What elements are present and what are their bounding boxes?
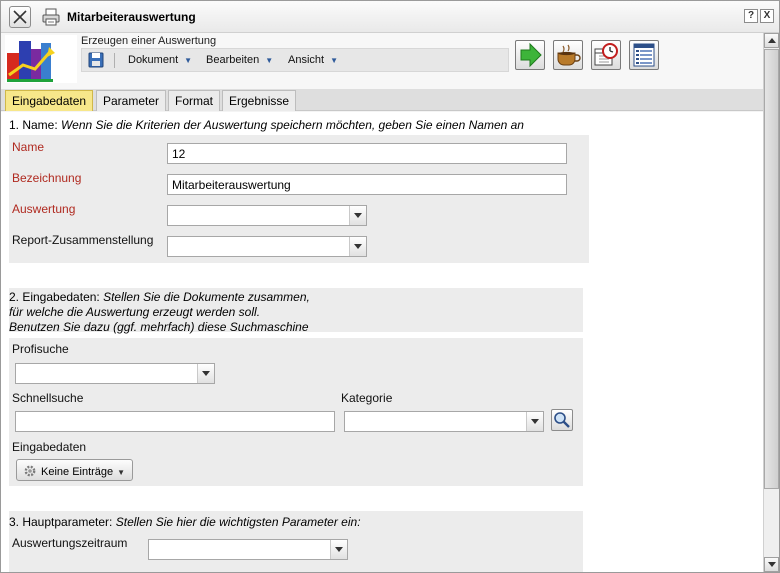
keine-eintraege-label: Keine Einträge xyxy=(41,466,114,478)
kategorie-select[interactable] xyxy=(344,411,544,432)
section-2-heading: 2. Eingabedaten: Stellen Sie die Dokumen… xyxy=(9,290,310,335)
section-3-heading: 3. Hauptparameter: Stellen Sie hier die … xyxy=(9,515,361,529)
calendar-clock-icon xyxy=(594,43,618,66)
menu-dokument-label: Dokument xyxy=(128,54,179,66)
section-1-panel: Name 12 Bezeichnung Mitarbeiterauswertun… xyxy=(9,135,589,263)
profisuche-select[interactable] xyxy=(15,363,215,384)
dropdown-arrow-icon xyxy=(349,206,366,225)
list-view-button[interactable] xyxy=(629,40,659,70)
menu-dokument[interactable]: Dokument ▼ xyxy=(128,54,192,66)
keine-eintraege-button[interactable]: Keine Einträge ▼ xyxy=(16,459,133,481)
section-2-panel: Profisuche Schnellsuche Kategorie Eingab… xyxy=(9,338,583,486)
schnellsuche-input[interactable] xyxy=(15,411,335,432)
bezeichnung-label: Bezeichnung xyxy=(12,171,82,185)
window-close-button[interactable]: X xyxy=(760,9,774,23)
save-button[interactable] xyxy=(88,52,104,68)
eingabedaten-label: Eingabedaten xyxy=(12,440,87,454)
close-dialog-button[interactable] xyxy=(9,6,31,28)
tab-bar: Eingabedaten Parameter Format Ergebnisse xyxy=(1,89,763,111)
caret-down-icon: ▼ xyxy=(117,468,126,477)
name-field[interactable]: 12 xyxy=(167,143,567,164)
report-select[interactable] xyxy=(167,236,367,257)
caret-down-icon: ▼ xyxy=(184,56,193,65)
menu-separator xyxy=(114,53,115,68)
section-1-hint: Wenn Sie die Kriterien der Auswertung sp… xyxy=(61,118,524,132)
dropdown-arrow-icon xyxy=(197,364,214,383)
scroll-down-button[interactable] xyxy=(764,557,779,572)
schedule-button[interactable] xyxy=(591,40,621,70)
list-view-icon xyxy=(633,43,655,67)
section-1-heading: 1. Name: Wenn Sie die Kriterien der Ausw… xyxy=(9,118,524,132)
section-3-prefix: 3. Hauptparameter: xyxy=(9,515,116,529)
close-icon xyxy=(13,10,27,24)
section-2-hint-2: für welche die Auswertung erzeugt werden… xyxy=(9,305,261,319)
tab-eingabedaten[interactable]: Eingabedaten xyxy=(5,90,94,111)
caret-down-icon: ▼ xyxy=(265,56,274,65)
background-job-button[interactable] xyxy=(553,40,583,70)
coffee-cup-icon xyxy=(557,44,581,66)
menu-bar: Dokument ▼ Bearbeiten ▼ Ansicht ▼ xyxy=(81,48,509,72)
profisuche-label: Profisuche xyxy=(12,342,69,356)
kategorie-label: Kategorie xyxy=(341,391,393,405)
section-2-prefix: 2. Eingabedaten: xyxy=(9,290,104,304)
vertical-scrollbar[interactable] xyxy=(763,33,779,572)
dropdown-arrow-icon xyxy=(349,237,366,256)
auswertung-label: Auswertung xyxy=(12,202,76,216)
section-2-hint-1: Stellen Sie die Dokumente zusammen, xyxy=(103,290,310,304)
header-subtitle: Erzeugen einer Auswertung xyxy=(81,35,217,47)
bar-chart-logo-icon xyxy=(5,35,77,83)
search-icon xyxy=(554,412,570,428)
scroll-up-button[interactable] xyxy=(764,33,779,48)
menu-ansicht-label: Ansicht xyxy=(288,54,325,66)
section-1-prefix: 1. Name: xyxy=(9,118,62,132)
dropdown-arrow-icon xyxy=(330,540,347,559)
auswertung-select[interactable] xyxy=(167,205,367,226)
scrollbar-thumb[interactable] xyxy=(764,49,779,489)
tab-format[interactable]: Format xyxy=(168,90,221,111)
run-report-button[interactable] xyxy=(515,40,545,70)
zeitraum-select[interactable] xyxy=(148,539,348,560)
dropdown-arrow-icon xyxy=(526,412,543,431)
print-button[interactable] xyxy=(41,7,61,27)
menu-ansicht[interactable]: Ansicht ▼ xyxy=(288,54,338,66)
name-label: Name xyxy=(12,140,45,154)
section-3-hint: Stellen Sie hier die wichtigsten Paramet… xyxy=(115,515,361,529)
bezeichnung-field[interactable]: Mitarbeiterauswertung xyxy=(167,174,567,195)
title-bar: Mitarbeiterauswertung ? X xyxy=(1,1,779,33)
dialog-window: Mitarbeiterauswertung ? X Erzeugen einer… xyxy=(0,0,780,573)
content-area: 1. Name: Wenn Sie die Kriterien der Ausw… xyxy=(1,112,763,572)
menu-bearbeiten[interactable]: Bearbeiten ▼ xyxy=(206,54,273,66)
app-logo xyxy=(5,35,77,83)
gear-icon xyxy=(24,465,36,477)
section-2-hint-3: Benutzen Sie dazu (ggf. mehrfach) diese … xyxy=(9,320,309,334)
search-button[interactable] xyxy=(551,409,573,431)
caret-down-icon: ▼ xyxy=(330,56,338,65)
header: Erzeugen einer Auswertung Dokument ▼ Bear… xyxy=(1,33,763,89)
zeitraum-label: Auswertungszeitraum xyxy=(12,536,128,550)
help-button[interactable]: ? xyxy=(744,9,758,23)
tab-ergebnisse[interactable]: Ergebnisse xyxy=(222,90,297,111)
tab-parameter[interactable]: Parameter xyxy=(96,90,167,111)
report-label: Report-Zusammenstellung xyxy=(12,233,154,247)
printer-icon xyxy=(42,8,60,26)
menu-bearbeiten-label: Bearbeiten xyxy=(206,54,260,66)
forward-arrow-icon xyxy=(520,42,542,68)
floppy-disk-icon xyxy=(88,52,104,68)
window-title: Mitarbeiterauswertung xyxy=(67,10,196,24)
schnellsuche-label: Schnellsuche xyxy=(12,391,84,405)
